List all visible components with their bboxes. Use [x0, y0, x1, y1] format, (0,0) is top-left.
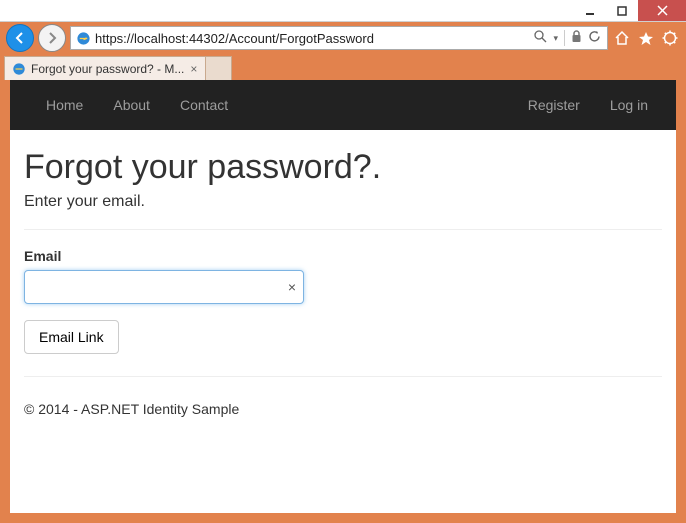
nav-about[interactable]: About	[113, 97, 150, 113]
minimize-button[interactable]	[574, 0, 606, 21]
email-label: Email	[24, 248, 662, 264]
divider	[24, 376, 662, 377]
tab-close-icon[interactable]: ×	[188, 62, 199, 76]
refresh-icon[interactable]	[588, 30, 601, 46]
search-icon[interactable]	[534, 30, 547, 46]
back-button[interactable]	[6, 24, 34, 52]
page-title: Forgot your password?.	[24, 148, 662, 187]
maximize-button[interactable]	[606, 0, 638, 21]
nav-home[interactable]: Home	[46, 97, 83, 113]
email-field[interactable]	[24, 270, 304, 304]
ie-icon	[11, 61, 27, 77]
nav-contact[interactable]: Contact	[180, 97, 228, 113]
ie-icon	[75, 30, 91, 46]
divider	[24, 229, 662, 230]
site-navbar: Home About Contact Register Log in	[10, 80, 676, 130]
nav-login[interactable]: Log in	[610, 97, 648, 113]
page-subtitle: Enter your email.	[24, 193, 662, 211]
browser-toolbar: https://localhost:44302/Account/ForgotPa…	[0, 22, 686, 54]
page-content: Home About Contact Register Log in Forgo…	[10, 80, 676, 513]
dropdown-icon[interactable]: ▾	[553, 33, 558, 44]
tab-title: Forgot your password? - M...	[31, 62, 184, 76]
close-button[interactable]	[638, 0, 686, 21]
tab-strip: Forgot your password? - M... ×	[0, 54, 686, 80]
email-link-button[interactable]: Email Link	[24, 320, 119, 354]
nav-register[interactable]: Register	[528, 97, 580, 113]
favorites-icon[interactable]	[636, 28, 656, 48]
home-icon[interactable]	[612, 28, 632, 48]
clear-input-icon[interactable]: ×	[288, 279, 296, 295]
url-text: https://localhost:44302/Account/ForgotPa…	[95, 31, 530, 46]
new-tab-button[interactable]	[206, 56, 232, 80]
lock-icon[interactable]	[571, 30, 582, 46]
browser-tab[interactable]: Forgot your password? - M... ×	[4, 56, 206, 80]
address-bar-controls: ▾	[534, 30, 603, 46]
page-footer: © 2014 - ASP.NET Identity Sample	[24, 401, 662, 417]
window-titlebar	[0, 0, 686, 22]
address-bar[interactable]: https://localhost:44302/Account/ForgotPa…	[70, 26, 608, 50]
tools-icon[interactable]	[660, 28, 680, 48]
forward-button[interactable]	[38, 24, 66, 52]
